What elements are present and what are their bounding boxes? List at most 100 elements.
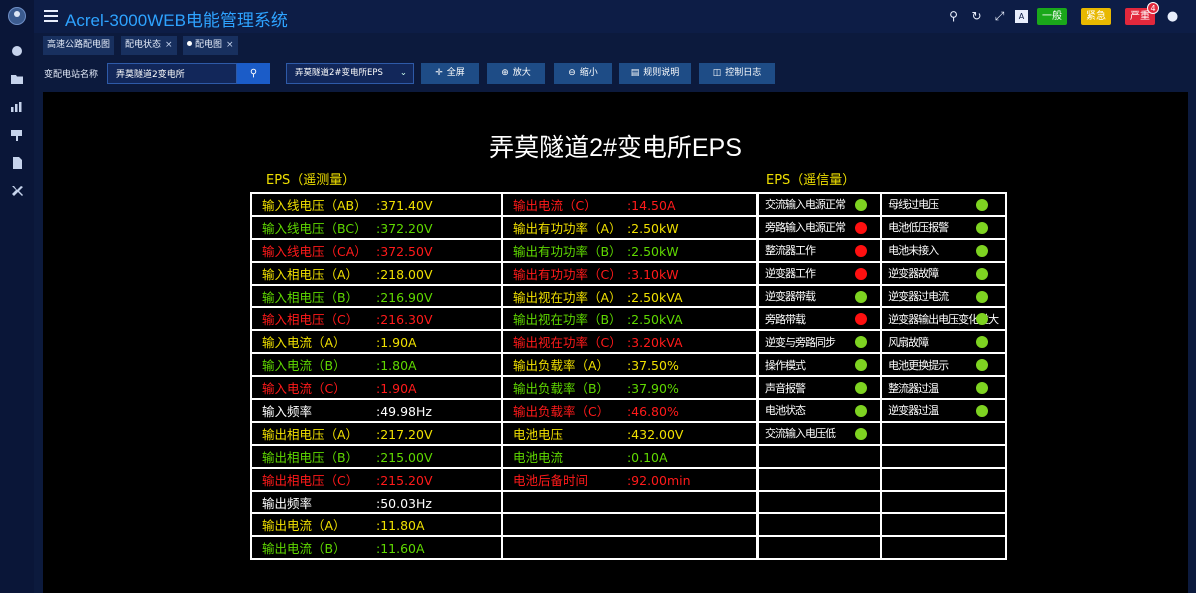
station-input[interactable] <box>107 63 237 84</box>
measure-label: 电池电压 <box>512 426 563 442</box>
telemetry-cell: 输出负载率（B）:37.90% <box>500 375 759 401</box>
measure-label: 输入电流（A） <box>262 335 346 351</box>
fullscreen-icon[interactable]: ⤢ <box>993 10 1006 23</box>
telemetry-cell: 输出电流（A）:11.80A <box>250 512 503 538</box>
signal-label: 逆变器工作 <box>765 267 816 281</box>
measure-label: 输出相电压（C） <box>262 472 359 488</box>
telemetry-cell: 输入电流（A）:1.90A <box>250 329 503 355</box>
chart-icon[interactable] <box>10 98 24 112</box>
signal-cell: 逆变器过温 <box>880 398 1007 423</box>
measure-value: :216.90V <box>376 289 433 305</box>
signal-label: 电池低压报警 <box>888 221 949 235</box>
refresh-icon[interactable]: ↻ <box>970 10 983 23</box>
signal-row: 旁路带载 逆变器输出电压变化过大 <box>756 306 1007 332</box>
signal-cell: 交流输入电压低 <box>756 420 883 446</box>
tab-highway-diagram[interactable]: 高速公路配电图 <box>43 36 115 55</box>
telemetry-cell: 输入相电压（C）:216.30V <box>250 306 503 332</box>
signal-cell <box>880 535 1007 561</box>
measure-label: 输出有功功率（B） <box>512 243 622 259</box>
tools-icon[interactable] <box>10 182 24 196</box>
measure-label: 输出负载率（C） <box>512 403 610 419</box>
measure-label: 输出视在功率（B） <box>512 312 622 328</box>
signal-label: 旁路带载 <box>765 312 806 326</box>
telemetry-cell <box>500 512 759 538</box>
dashboard-icon[interactable] <box>10 42 24 56</box>
telemetry-row: 输入线电压（AB）:371.40V 输出电流（C）:14.50A <box>250 192 759 217</box>
fullscreen-button[interactable]: ✛ 全屏 <box>421 63 479 84</box>
search-button[interactable]: ⚲ <box>237 63 270 84</box>
folder-icon[interactable] <box>10 70 24 84</box>
signal-row: 整流器工作 电池未接入 <box>756 237 1007 263</box>
measure-label: 输出负载率（B） <box>512 381 610 397</box>
chevron-down-icon: ⌄ <box>399 68 407 78</box>
signal-row <box>756 443 1007 469</box>
measure-label: 输入线电压（BC） <box>262 220 367 236</box>
signal-label: 母线过电压 <box>888 198 939 212</box>
close-icon[interactable]: × <box>226 40 234 50</box>
telemetry-cell: 输出有功功率（B）:2.50kW <box>500 237 759 263</box>
signal-cell <box>880 466 1007 492</box>
telemetry-cell: 输出视在功率（B）:2.50kVA <box>500 306 759 332</box>
diagram-select-value: 弄莫隧道2#变电所EPS <box>295 68 383 78</box>
measure-value: :372.50V <box>376 243 433 259</box>
measure-label: 输出负载率（A） <box>512 358 610 374</box>
signal-cell <box>756 489 883 515</box>
button-label: 控制日志 <box>725 68 762 78</box>
status-indicator-green <box>976 221 989 234</box>
telemetry-cell: 输出有功功率（C）:3.10kW <box>500 260 759 286</box>
signal-title: EPS（遥信量） <box>766 173 856 188</box>
telemetry-cell: 输出电流（B）:11.60A <box>250 535 503 561</box>
signal-cell: 逆变器带载 <box>756 283 883 309</box>
status-indicator-green <box>976 382 989 395</box>
telemetry-table: 输入线电压（AB）:371.40V 输出电流（C）:14.50A 输入线电压（BC）… <box>250 192 759 561</box>
telemetry-cell: 输出相电压（B）:215.00V <box>250 443 503 469</box>
signal-cell <box>880 489 1007 515</box>
measure-value: :2.50kW <box>626 220 679 236</box>
billboard-icon[interactable] <box>10 126 24 141</box>
measure-value: :2.50kW <box>626 243 679 259</box>
diagram-select[interactable]: 弄莫隧道2#变电所EPS ⌄ <box>286 63 414 84</box>
user-icon[interactable]: ● <box>1166 10 1179 23</box>
close-icon[interactable]: × <box>165 40 173 50</box>
rules-button[interactable]: ▤ 规则说明 <box>619 63 691 84</box>
zoom-out-icon: ⊖ <box>568 68 576 78</box>
signal-cell <box>880 512 1007 538</box>
avatar[interactable] <box>8 7 26 25</box>
signal-row: 逆变器工作 逆变器故障 <box>756 260 1007 286</box>
measure-label: 输出视在功率（A） <box>512 289 622 305</box>
tab-distribution-status[interactable]: 配电状态 × <box>121 36 177 55</box>
measure-label: 输出相电压（B） <box>262 449 359 465</box>
status-indicator-green <box>855 382 867 395</box>
signal-cell: 风扇故障 <box>880 329 1007 355</box>
measure-value: :432.00V <box>626 426 684 442</box>
measure-value: :3.10kW <box>626 266 679 282</box>
zoom-out-button[interactable]: ⊖ 缩小 <box>554 63 612 84</box>
signal-row: 旁路输入电源正常 电池低压报警 <box>756 214 1007 240</box>
zoom-in-button[interactable]: ⊕ 放大 <box>487 63 545 84</box>
signal-row: 交流输入电源正常 母线过电压 <box>756 192 1007 217</box>
tab-label: 高速公路配电图 <box>47 40 111 50</box>
telemetry-cell: 电池后备时间:92.00min <box>500 466 759 492</box>
alarm-normal-badge[interactable]: 一般 <box>1037 8 1067 25</box>
telemetry-cell: 电池电压 :432.00V <box>500 420 759 446</box>
measure-label: 输出频率 <box>262 495 313 511</box>
status-indicator-green <box>976 267 989 280</box>
search-icon[interactable]: ⚲ <box>947 10 960 23</box>
alarm-count-badge: 4 <box>1147 2 1159 14</box>
signal-cell: 逆变器输出电压变化过大 <box>880 306 1007 332</box>
measure-label: 输出电流（B） <box>262 541 346 557</box>
signal-label: 旁路输入电源正常 <box>765 221 846 235</box>
diagram-title: 弄莫隧道2#变电所EPS <box>489 134 742 162</box>
menu-icon[interactable] <box>44 10 58 22</box>
screen-icon[interactable]: A <box>1015 10 1028 23</box>
telemetry-row: 输入相电压（B）:216.90V 输出视在功率（A）:2.50kVA <box>250 283 759 309</box>
document-icon[interactable] <box>10 154 24 169</box>
control-log-button[interactable]: ◫ 控制日志 <box>699 63 775 84</box>
button-label: 规则说明 <box>643 68 680 78</box>
signal-row: 交流输入电压低 <box>756 420 1007 446</box>
alarm-urgent-badge[interactable]: 紧急 <box>1081 8 1111 25</box>
measure-label: 输入线电压（AB） <box>262 197 367 213</box>
tab-distribution-diagram[interactable]: 配电图 × <box>183 36 238 55</box>
status-indicator-red <box>855 313 867 326</box>
telemetry-row: 输入线电压（CA）:372.50V 输出有功功率（B）:2.50kW <box>250 237 759 263</box>
